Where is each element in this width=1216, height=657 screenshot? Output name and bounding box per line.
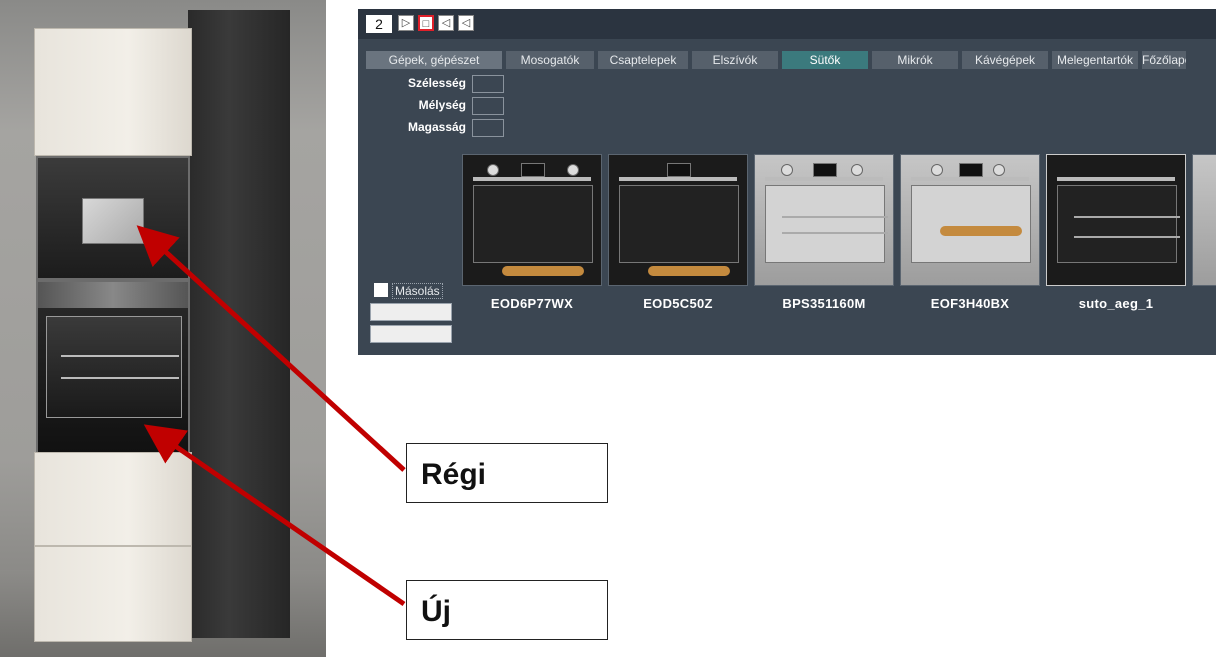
product-card[interactable]: EOD6P77WX [462,154,602,311]
depth-label: Mélység [418,98,466,112]
cabinet-top-door [34,28,192,156]
product-name: EOF3H40BX [930,296,1010,311]
product-name: BPS351160M [782,296,866,311]
oven-control-panel [38,282,188,308]
tab-elszivok[interactable]: Elszívók [692,51,778,69]
product-name: EOD5C50Z [643,296,713,311]
tab-fozolapok[interactable]: Főzőlapo [1142,51,1186,69]
tab-sutok[interactable]: Sütők [782,51,868,69]
toolbar: 2 ▷ □ ◁ ◁ [358,9,1216,39]
oven-rack [61,355,179,357]
callout-new: Új [406,580,608,640]
height-label: Magasság [407,120,466,134]
height-row: Magasság [358,119,504,137]
compact-oven-old [36,156,190,280]
product-card[interactable]: EOD5C50Z [608,154,748,311]
product-card-partial[interactable] [1192,154,1216,286]
compact-oven-window [82,198,144,244]
oven-thumbnail [1192,154,1216,286]
width-label: Szélesség [407,76,466,90]
cabinet-render [0,0,326,657]
back-icon[interactable]: ◁ [458,15,474,31]
depth-row: Mélység [358,97,504,115]
oven-thumbnail [462,154,602,286]
width-row: Szélesség [358,75,504,93]
product-card[interactable]: suto_aeg_1 [1046,154,1186,311]
cabinet-lower-door [34,452,192,546]
play-icon[interactable]: ▷ [398,15,414,31]
tab-gepek-gepeszet[interactable]: Gépek, gépészet [366,51,502,69]
tab-mosogatok[interactable]: Mosogatók [506,51,594,69]
callout-old-label: Régi [421,458,487,491]
product-picker-window: 2 ▷ □ ◁ ◁ Gépek, gépészet Mosogatók Csap… [358,9,1216,355]
back-icon[interactable]: ◁ [438,15,454,31]
callout-old: Régi [406,443,608,503]
callout-new-label: Új [421,595,451,628]
tab-melegentartok[interactable]: Melegentartók [1052,51,1138,69]
blank-button-1[interactable] [370,303,452,321]
product-card[interactable]: EOF3H40BX [900,154,1040,311]
tab-mikrok[interactable]: Mikrók [872,51,958,69]
oven-new [36,280,190,454]
category-tabs: Gépek, gépészet Mosogatók Csaptelepek El… [366,51,1186,69]
product-name: EOD6P77WX [490,296,574,311]
product-card[interactable]: BPS351160M [754,154,894,311]
copy-checkbox[interactable] [374,283,388,297]
oven-window [46,316,182,418]
tab-kavegepek[interactable]: Kávégépek [962,51,1048,69]
stop-icon[interactable]: □ [418,15,434,31]
oven-thumbnail [900,154,1040,286]
oven-rack [61,377,179,379]
cabinet-side-panel [188,10,290,638]
depth-field[interactable] [472,97,504,115]
copy-label: Másolás [392,283,443,299]
cabinet-bottom-door [34,546,192,642]
oven-thumbnail [754,154,894,286]
page-number: 2 [366,15,392,33]
oven-thumbnail [608,154,748,286]
blank-button-2[interactable] [370,325,452,343]
height-field[interactable] [472,119,504,137]
tab-csaptelepek[interactable]: Csaptelepek [598,51,688,69]
width-field[interactable] [472,75,504,93]
oven-thumbnail [1046,154,1186,286]
product-name: suto_aeg_1 [1078,296,1154,311]
